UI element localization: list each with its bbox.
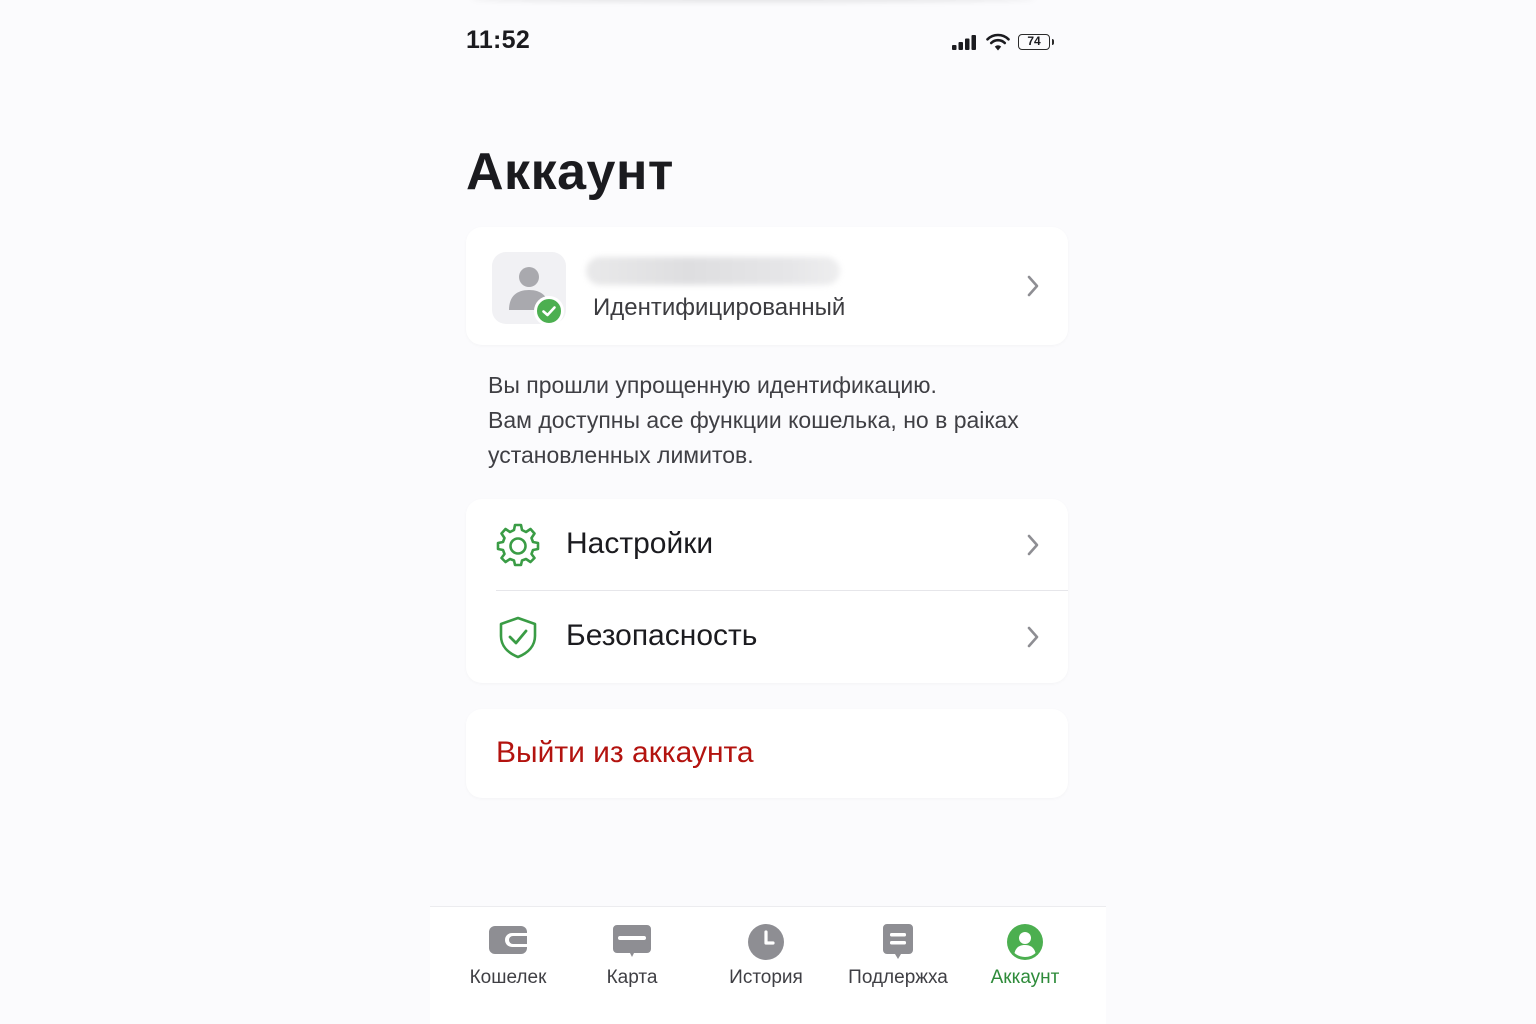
menu-label-security: Безопасность: [566, 619, 758, 652]
menu-label-settings: Настройки: [566, 527, 714, 560]
check-icon: [542, 306, 556, 317]
chevron-right-icon: [1027, 275, 1039, 297]
logout-label: Выйти из аккаунта: [496, 736, 754, 769]
verified-badge: [534, 296, 564, 326]
status-icons: 74: [952, 30, 1054, 54]
page-title: Аккаунт: [466, 143, 674, 201]
tab-card[interactable]: Карта: [572, 907, 692, 1024]
logout-button[interactable]: Выйти из аккаунта: [466, 709, 1068, 798]
cellular-signal-icon: [952, 35, 976, 50]
menu-item-settings[interactable]: Настройки: [466, 499, 1068, 591]
profile-card[interactable]: Идентифицированный: [466, 227, 1068, 345]
tab-support[interactable]: Подлержха: [838, 907, 958, 1024]
info-line: Вам доступны асе функции кошелька, но в …: [488, 407, 1019, 433]
battery-level: 74: [1027, 34, 1041, 48]
clock-icon: [748, 924, 784, 960]
tab-label: Аккаунт: [990, 967, 1060, 988]
tab-bar: Кошелек Карта История Подлержха Аккаунт: [430, 906, 1106, 1024]
battery-icon: 74: [1018, 34, 1054, 50]
card-icon: [613, 925, 651, 957]
account-screen: 11:52 74 Аккаунт Идентифицированный Вы п…: [0, 0, 1536, 1024]
tab-account[interactable]: Аккаунт: [965, 907, 1085, 1024]
wifi-icon: [986, 33, 1010, 51]
tab-history[interactable]: История: [706, 907, 826, 1024]
account-icon: [1007, 924, 1043, 960]
tab-wallet[interactable]: Кошелек: [448, 907, 568, 1024]
gear-icon: [496, 523, 540, 567]
info-line: установленных лимитов.: [488, 442, 754, 468]
profile-status: Идентифицированный: [593, 294, 846, 321]
status-time: 11:52: [466, 26, 531, 54]
info-line: Вы прошли упрощенную идентификацию.: [488, 372, 937, 398]
menu-item-security[interactable]: Безопасность: [466, 591, 1068, 683]
chevron-right-icon: [1027, 626, 1039, 648]
chevron-right-icon: [1027, 534, 1039, 556]
wallet-icon: [489, 926, 527, 954]
profile-name-redacted: [586, 257, 840, 285]
menu-card: Настройки Безопасность: [466, 499, 1068, 683]
identification-info: Вы прошли упрощенную идентификацию. Вам …: [488, 368, 1068, 473]
shield-check-icon: [499, 616, 537, 659]
support-icon: [883, 924, 913, 959]
